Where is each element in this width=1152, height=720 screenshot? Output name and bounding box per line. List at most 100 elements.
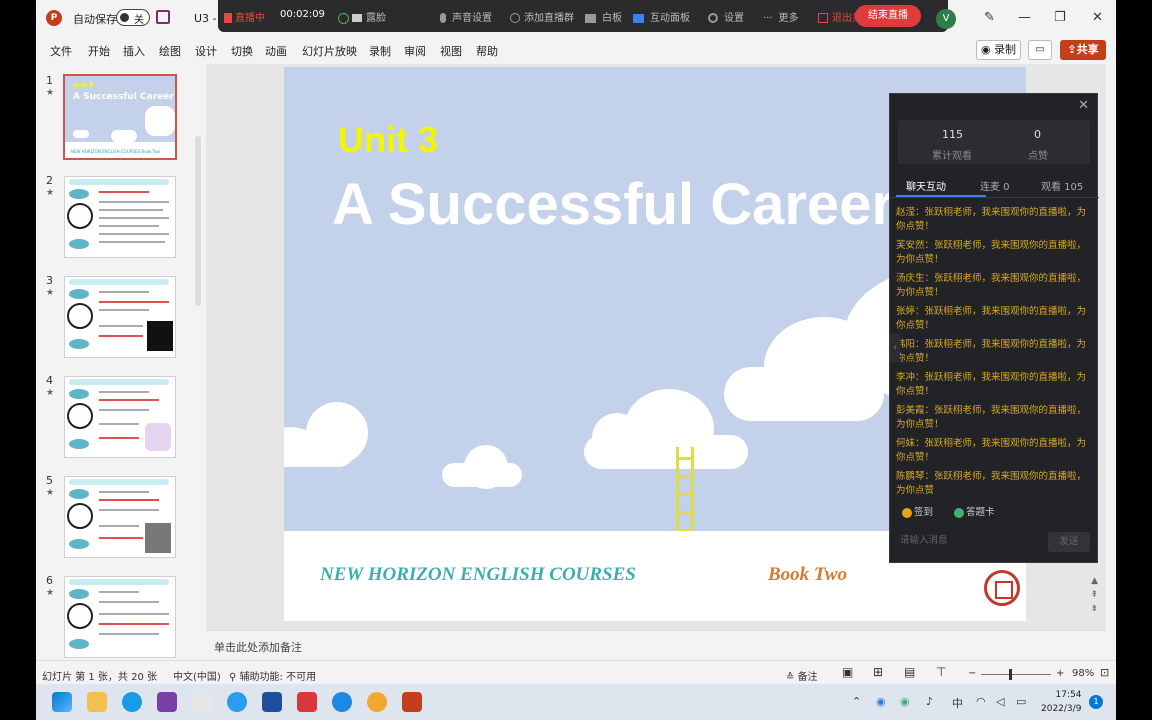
edge-icon[interactable]: [122, 692, 142, 712]
app-icon[interactable]: [367, 692, 387, 712]
slide-unit-heading[interactable]: Unit 3: [338, 119, 438, 161]
reading-view-icon[interactable]: ▤: [904, 665, 915, 679]
language-indicator[interactable]: 中文(中国): [173, 668, 221, 683]
wifi-icon[interactable]: ◠: [976, 695, 986, 708]
tab-chat[interactable]: 聊天互动: [906, 178, 946, 193]
slideshow-icon[interactable]: ⊤: [936, 665, 946, 679]
comment-icon[interactable]: ▭: [1028, 40, 1052, 60]
whiteboard-button[interactable]: 白板: [585, 9, 622, 24]
menu-slideshow[interactable]: 幻灯片放映: [302, 43, 357, 59]
prev-slide-icon[interactable]: ⇞: [1090, 590, 1098, 600]
send-button[interactable]: 发送: [1048, 532, 1090, 552]
chat-message: 芙安然：张跃栩老师，我来围观你的直播啦，为你点赞！: [896, 240, 1087, 265]
menu-view[interactable]: 视图: [440, 43, 462, 59]
menu-help[interactable]: 帮助: [476, 43, 498, 59]
menu-home[interactable]: 开始: [88, 43, 110, 59]
onenote-icon[interactable]: [157, 692, 177, 712]
close-icon[interactable]: ✕: [1092, 10, 1103, 25]
autosave-toggle[interactable]: 关: [116, 9, 150, 26]
zoom-slider-knob[interactable]: [1009, 669, 1012, 680]
slide-thumbnail-4[interactable]: [64, 376, 176, 458]
system-clock[interactable]: 17:54 2022/3/9: [1041, 688, 1081, 716]
tray-overflow-icon[interactable]: ⌃: [852, 695, 861, 708]
slide-thumbnail-3[interactable]: [64, 276, 176, 358]
menu-insert[interactable]: 插入: [123, 43, 145, 59]
menu-design[interactable]: 设计: [195, 43, 217, 59]
minimize-icon[interactable]: —: [1018, 10, 1031, 25]
audio-settings-button[interactable]: 声音设置: [440, 9, 492, 24]
notes-pane[interactable]: 单击此处添加备注: [206, 630, 1106, 660]
thumb-image: [145, 523, 171, 553]
start-icon[interactable]: [52, 692, 72, 712]
scrollbar-thumb[interactable]: [195, 136, 201, 306]
file-explorer-icon[interactable]: [87, 692, 107, 712]
volume-icon[interactable]: ◁: [996, 695, 1004, 708]
zoom-in-icon[interactable]: +: [1056, 668, 1064, 679]
thumb-line: [99, 325, 143, 327]
book-label[interactable]: Book Two: [768, 564, 847, 586]
pen-icon[interactable]: ✎: [984, 10, 995, 25]
tray-app-icon[interactable]: ◉: [876, 695, 886, 708]
zoom-level[interactable]: 98%: [1072, 668, 1094, 679]
app-icon[interactable]: [227, 692, 247, 712]
input-method-indicator[interactable]: 中: [952, 695, 963, 711]
microphone-icon[interactable]: ♪: [926, 695, 933, 708]
thumb-line: [99, 291, 149, 293]
app-icon[interactable]: [297, 692, 317, 712]
powerpoint-taskbar-icon[interactable]: [402, 692, 422, 712]
thumbnail-scrollbar[interactable]: [193, 128, 203, 664]
menu-transitions[interactable]: 切换: [231, 43, 253, 59]
app-icon[interactable]: [192, 692, 212, 712]
more-button[interactable]: ··· 更多: [763, 9, 799, 24]
answer-card-button[interactable]: 答题卡: [954, 504, 995, 518]
menu-animations[interactable]: 动画: [265, 43, 287, 59]
notes-toggle[interactable]: ≙ 备注: [786, 668, 818, 683]
menu-draw[interactable]: 绘图: [159, 43, 181, 59]
battery-icon[interactable]: ▭: [1016, 695, 1026, 708]
tab-co-host[interactable]: 连麦 0: [980, 178, 1010, 193]
cloud: [592, 413, 642, 463]
menu-file[interactable]: 文件: [50, 43, 72, 59]
thumb-line: [99, 437, 139, 439]
app-icon[interactable]: [332, 692, 352, 712]
chat-input[interactable]: 请输入消息: [900, 532, 948, 546]
fit-slide-icon[interactable]: ⊡: [1100, 666, 1109, 679]
menu-review[interactable]: 审阅: [404, 43, 426, 59]
record-button[interactable]: ◉ 录制: [976, 40, 1021, 60]
chat-message-list[interactable]: 赵滢：张跃栩老师，我来围观你的直播啦，为你点赞！ 芙安然：张跃栩老师，我来围观你…: [896, 206, 1092, 496]
interaction-panel-button[interactable]: 互动面板: [633, 9, 690, 24]
slide-thumbnail-6[interactable]: [64, 576, 176, 658]
slide-thumbnail-1[interactable]: Unit 3 A Successful Career NEW HORIZON E…: [63, 74, 177, 160]
notification-badge[interactable]: 1: [1089, 695, 1103, 709]
slide-sorter-icon[interactable]: ⊞: [873, 665, 883, 679]
normal-view-icon[interactable]: ▣: [842, 665, 853, 679]
zoom-out-icon[interactable]: −: [968, 668, 976, 679]
close-icon[interactable]: ✕: [1078, 98, 1089, 113]
add-group-button[interactable]: 添加直播群: [510, 9, 574, 24]
tab-viewers[interactable]: 观看 105: [1041, 178, 1083, 193]
end-live-button[interactable]: 结束直播: [855, 5, 921, 27]
restore-icon[interactable]: ❐: [1054, 10, 1066, 25]
status-bar: 幻灯片 第 1 张，共 20 张 中文(中国) ⚲ 辅助功能: 不可用 ≙ 备注…: [36, 660, 1116, 684]
slide-thumbnail-2[interactable]: [64, 176, 176, 258]
course-brand[interactable]: NEW HORIZON ENGLISH COURSES: [320, 564, 636, 586]
next-slide-icon[interactable]: ⇟: [1090, 604, 1098, 614]
notes-label: 备注: [797, 672, 818, 683]
notes-placeholder[interactable]: 单击此处添加备注: [214, 639, 302, 655]
mail-icon[interactable]: [262, 692, 282, 712]
thumb-oval: [69, 589, 89, 599]
slide-title[interactable]: A Successful Career: [332, 171, 894, 238]
camera-toggle[interactable]: 露脸: [338, 9, 386, 24]
settings-button[interactable]: 设置: [708, 9, 744, 24]
signin-button[interactable]: 签到: [902, 504, 933, 518]
tray-app-icon[interactable]: ◉: [900, 695, 910, 708]
scroll-up-icon[interactable]: ▲: [1091, 576, 1098, 586]
share-button[interactable]: ⇪共享: [1060, 40, 1106, 60]
user-avatar[interactable]: V: [936, 9, 956, 29]
save-icon[interactable]: [156, 10, 170, 24]
slide-thumbnail-5[interactable]: [64, 476, 176, 558]
accessibility-status[interactable]: ⚲ 辅助功能: 不可用: [229, 668, 316, 683]
collapse-panel-icon[interactable]: ‹: [890, 334, 900, 362]
zoom-slider[interactable]: [981, 674, 1051, 675]
menu-record[interactable]: 录制: [369, 43, 391, 59]
